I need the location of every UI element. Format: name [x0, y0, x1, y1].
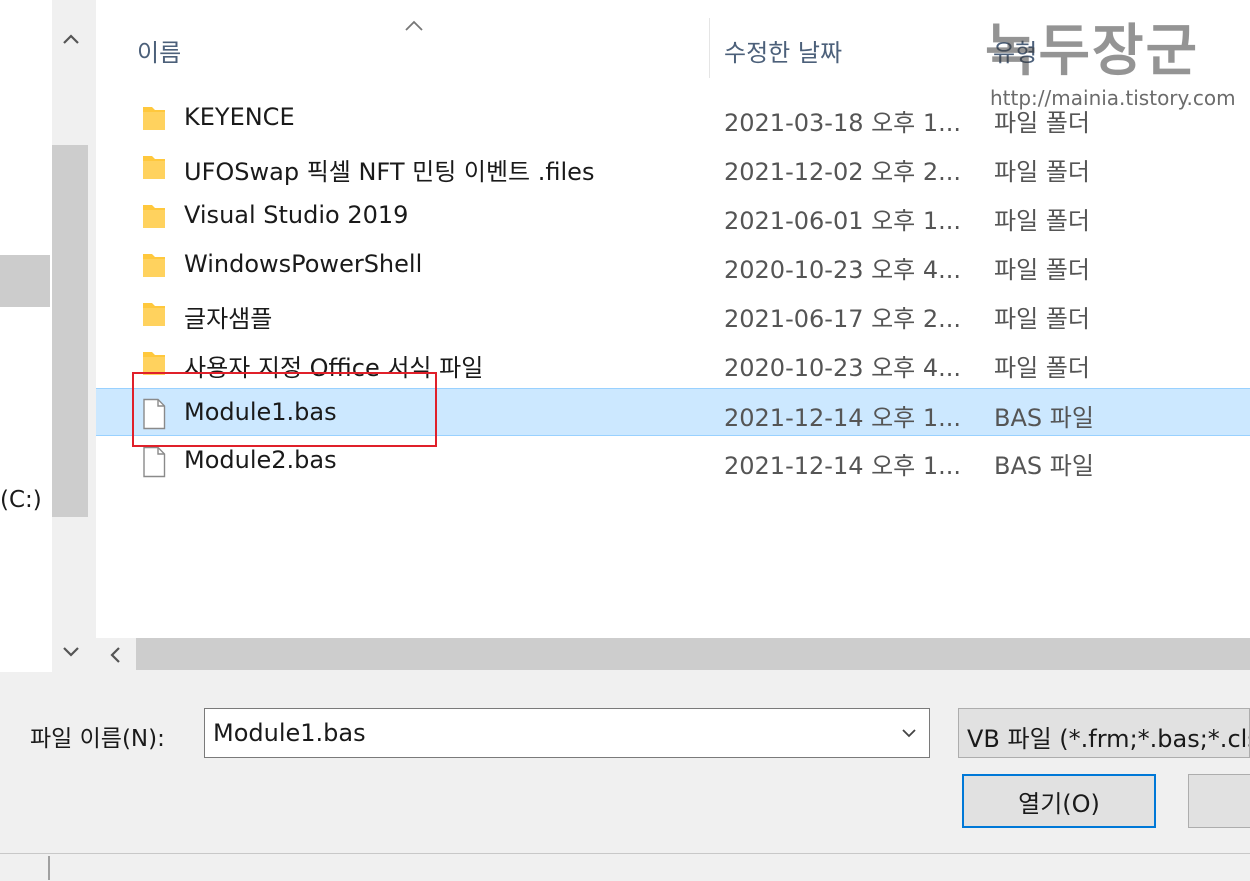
- file-date: 2021-12-02 오후 2...: [724, 158, 962, 186]
- file-name: Visual Studio 2019: [184, 201, 409, 229]
- file-row[interactable]: Visual Studio 2019 2021-06-01 오후 1... 파일 폴…: [96, 192, 1250, 240]
- nav-drive-label[interactable]: (C:): [0, 487, 42, 513]
- filename-label: 파일 이름(N):: [30, 726, 165, 752]
- file-row[interactable]: WindowsPowerShell 2020-10-23 오후 4... 파일 폴더: [96, 241, 1250, 289]
- filename-combobox[interactable]: [204, 708, 930, 758]
- folder-icon: [140, 201, 168, 231]
- scroll-down-arrow-icon[interactable]: [52, 637, 90, 667]
- watermark-url: http://mainia.tistory.com: [990, 86, 1236, 110]
- file-date: 2021-03-18 오후 1...: [724, 109, 962, 137]
- highlight-annotation-box: [132, 372, 437, 447]
- file-type: 파일 폴더: [994, 305, 1090, 333]
- file-date: 2021-06-01 오후 1...: [724, 207, 962, 235]
- folder-icon: [140, 103, 168, 133]
- file-type: BAS 파일: [994, 452, 1094, 480]
- status-bar: [0, 853, 1250, 881]
- column-header-date[interactable]: 수정한 날짜: [724, 33, 842, 68]
- file-name: Module2.bas: [184, 446, 337, 474]
- folder-icon: [140, 152, 168, 182]
- file-date: 2021-06-17 오후 2...: [724, 305, 962, 333]
- file-type: 파일 폴더: [994, 207, 1090, 235]
- filetype-select[interactable]: VB 파일 (*.frm;*.bas;*.cls: [958, 708, 1250, 758]
- file-date: 2020-10-23 오후 4...: [724, 256, 962, 284]
- column-separator[interactable]: [709, 18, 710, 78]
- file-type: 파일 폴더: [994, 354, 1090, 382]
- open-button[interactable]: 열기(O): [962, 774, 1156, 828]
- file-icon: [140, 446, 168, 478]
- watermark-title: 녹두장군: [985, 19, 1200, 84]
- chevron-down-icon[interactable]: [889, 709, 929, 757]
- sort-ascending-icon: [402, 18, 426, 37]
- folder-icon: [140, 250, 168, 280]
- file-date: 2021-12-14 오후 1...: [724, 452, 962, 480]
- folder-icon: [140, 299, 168, 329]
- nav-item-selected[interactable]: [0, 255, 50, 307]
- file-date: 2021-12-14 오후 1...: [724, 404, 962, 432]
- file-type: 파일 폴더: [994, 256, 1090, 284]
- file-type: 파일 폴더: [994, 158, 1090, 186]
- column-header-name[interactable]: 이름: [137, 33, 181, 68]
- file-name: KEYENCE: [184, 103, 295, 131]
- cancel-button[interactable]: [1188, 774, 1250, 828]
- file-row[interactable]: 글자샘플 2021-06-17 오후 2... 파일 폴더: [96, 290, 1250, 338]
- scroll-up-arrow-icon[interactable]: [52, 24, 90, 54]
- status-bar-divider: [48, 856, 50, 880]
- filename-input[interactable]: [213, 709, 883, 757]
- file-name: WindowsPowerShell: [184, 250, 423, 278]
- file-date: 2020-10-23 오후 4...: [724, 354, 962, 382]
- navigation-pane[interactable]: [0, 0, 52, 672]
- horizontal-scrollbar-thumb[interactable]: [136, 638, 1250, 670]
- scroll-left-arrow-icon[interactable]: [96, 638, 134, 672]
- filetype-value: VB 파일 (*.frm;*.bas;*.cls: [967, 725, 1250, 753]
- nav-scrollbar-thumb[interactable]: [52, 145, 88, 517]
- file-name: 글자샘플: [184, 305, 273, 333]
- file-row[interactable]: UFOSwap 픽셀 NFT 민팅 이벤트 .files 2021-12-02 오…: [96, 143, 1250, 191]
- file-type: BAS 파일: [994, 404, 1094, 432]
- file-name: UFOSwap 픽셀 NFT 민팅 이벤트 .files: [184, 158, 595, 186]
